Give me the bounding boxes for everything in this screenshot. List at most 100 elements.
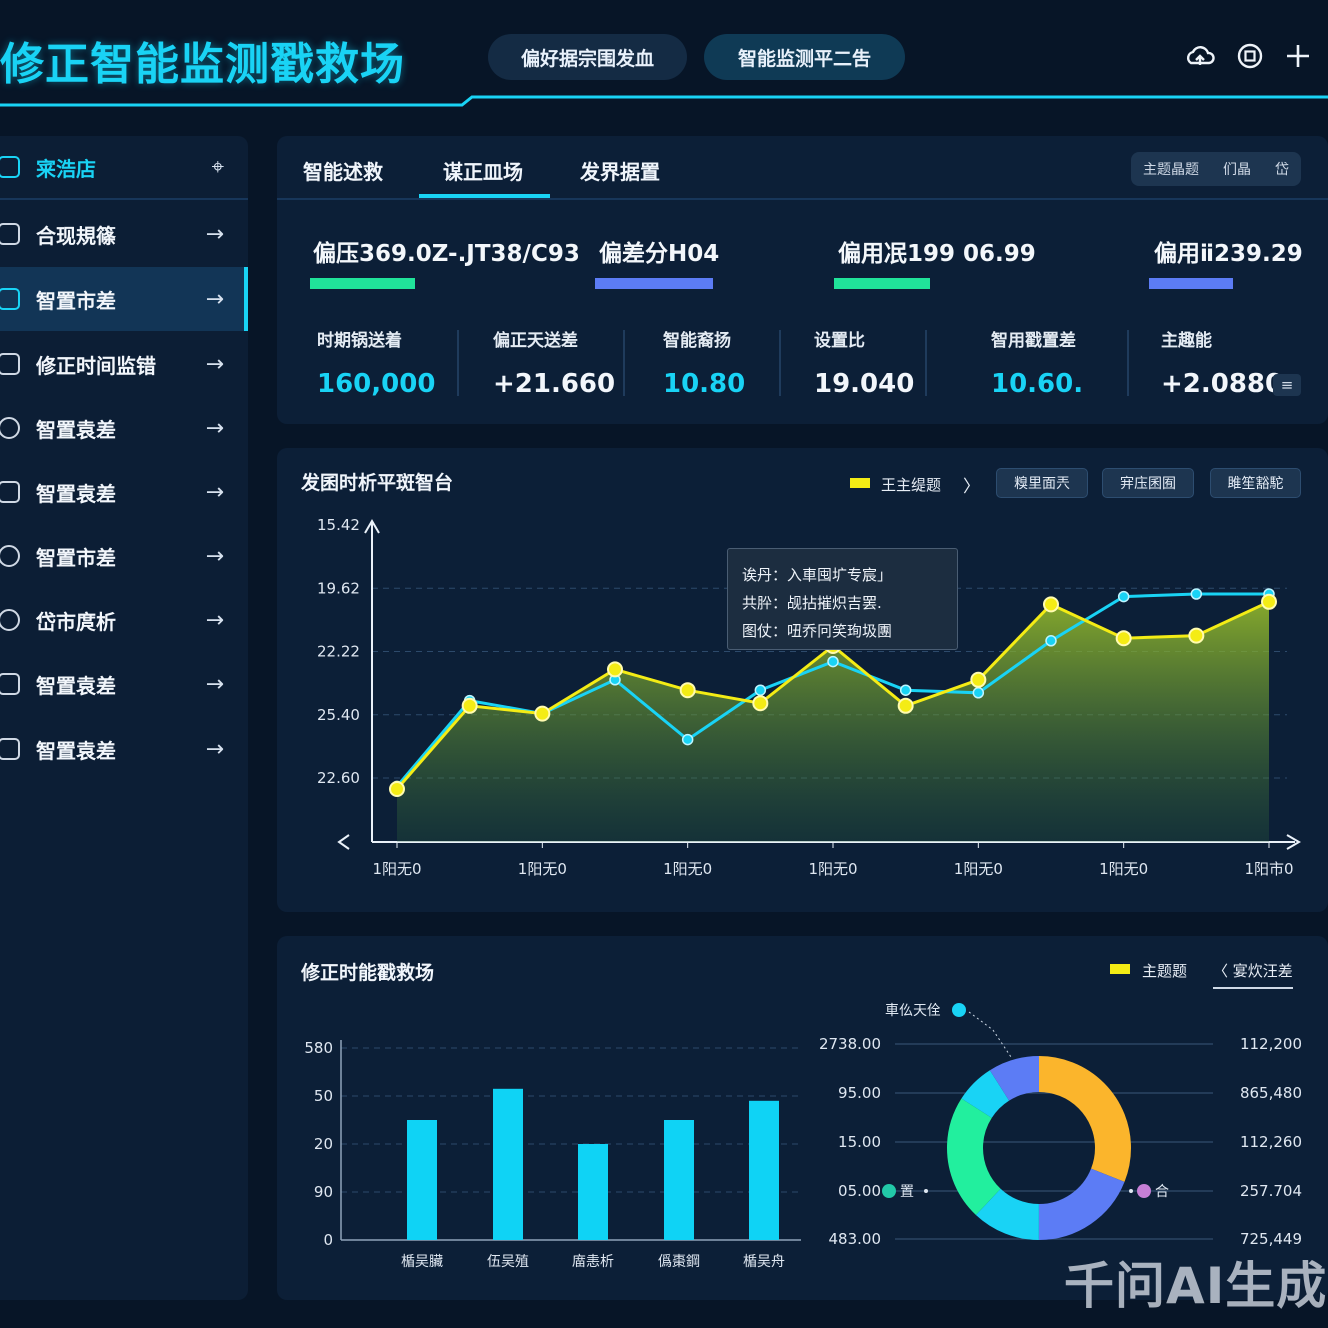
stat-6: 主趣能 +2.0880 — [1161, 326, 1283, 399]
sidebar-item-label: 岱市庹析 — [36, 609, 116, 634]
sidebar-item-2[interactable]: 合现規篠 → — [0, 202, 248, 266]
tab-field[interactable]: 谋正皿场 — [443, 156, 523, 185]
x-tick-label: 1阳无0 — [518, 860, 567, 878]
header-tab-primary-label: 偏好据宗围发血 — [520, 47, 654, 70]
theme-option[interactable]: 主题晶题 — [1143, 159, 1199, 179]
refresh-icon — [0, 417, 20, 439]
stat-label: 偏正天送差 — [493, 331, 578, 351]
data-point — [752, 695, 769, 712]
stat-1: 时期锅送着 160,000 — [317, 326, 435, 399]
sidebar-item-7[interactable]: 智置市差 → — [0, 524, 248, 588]
bar — [493, 1088, 523, 1240]
stat-value: +21.660 — [493, 369, 616, 399]
sidebar-item-8[interactable]: 岱市庹析 → — [0, 588, 248, 652]
sidebar-item-label: 智置市差 — [36, 545, 116, 570]
x-tick-label: 1阳无0 — [663, 860, 712, 878]
data-point — [970, 671, 987, 688]
menu-icon[interactable]: ≡ — [1273, 374, 1301, 396]
app-title: 修正智能监测戳救场 — [0, 39, 405, 90]
divider — [457, 330, 459, 396]
grid-icon — [0, 223, 20, 245]
stat-value: 160,000 — [317, 369, 436, 399]
data-point — [827, 655, 839, 668]
theme-option[interactable]: 岱 — [1275, 159, 1289, 179]
y-tick-label: 22.60 — [317, 769, 360, 787]
x-tick-label: 楯吴舟 — [743, 1254, 785, 1270]
data-point — [1115, 630, 1132, 647]
stat-label: 设置比 — [814, 331, 865, 351]
stop-icon[interactable] — [1234, 40, 1266, 72]
stat-label: 智用戳置差 — [991, 331, 1076, 351]
arrow-right-icon: → — [205, 479, 224, 505]
sidebar-item-9[interactable]: 智置袁差 → — [0, 652, 248, 716]
data-point — [754, 684, 767, 696]
header-tab-primary[interactable]: 偏好据宗围发血 — [488, 34, 687, 80]
y-tick-label: 25.40 — [317, 706, 360, 724]
donut-callout-label: 車仫天佺 — [885, 1002, 941, 1019]
tooltip-line: 诶丹：入車囤圹专宸」 — [742, 566, 893, 584]
bar — [578, 1144, 608, 1240]
sidebar-item-label: 宷浩店 — [36, 156, 96, 181]
kpi-label-3: 偏用冺199 06.99 — [838, 241, 1036, 267]
sidebar-item-label: 智置袁差 — [36, 673, 116, 698]
sidebar-item-5[interactable]: 智置袁差 → — [0, 396, 248, 460]
sidebar-item-label: 智置袁差 — [36, 738, 116, 763]
overview-panel: 智能述救 谋正皿场 发界据置 主题晶题 们晶 岱 偏压369.0Z-.J⁠T38… — [277, 136, 1328, 424]
document-icon — [0, 673, 20, 695]
y-tick-label: 0 — [323, 1231, 333, 1249]
sidebar: 宷浩店 ⌖ 合现規篠 → 智置市差 → 修正时间监错 → 智置袁差 → 智置袁差… — [0, 136, 248, 1300]
sidebar-item-label: 修正时间监错 — [36, 353, 156, 378]
tab-overview[interactable]: 智能述救 — [303, 156, 383, 185]
cloud-upload-icon[interactable] — [1184, 40, 1216, 72]
stat-value: 19.040 — [814, 369, 915, 399]
data-point — [1261, 593, 1277, 610]
stat-label: 智能裔扬 — [663, 331, 731, 351]
data-point — [607, 661, 623, 678]
collapse-icon[interactable]: ⌖ — [212, 155, 224, 180]
layout-icon — [0, 288, 20, 310]
sidebar-item-6[interactable]: 智置袁差 → — [0, 460, 248, 524]
y-tick-label: 90 — [314, 1183, 333, 1201]
callout-line — [968, 1011, 1012, 1058]
chevron-left-icon — [337, 834, 350, 850]
sidebar-item-home[interactable]: 宷浩店 ⌖ — [0, 136, 248, 200]
kpi-label-1: 偏压369.0Z-.J⁠T38/C93 — [313, 241, 580, 267]
data-point — [679, 682, 696, 699]
kpi-bar-1 — [310, 278, 415, 289]
arrow-right-icon: → — [205, 736, 224, 762]
theme-option[interactable]: 们晶 — [1223, 159, 1251, 179]
theme-switch[interactable]: 主题晶题 们晶 岱 — [1131, 152, 1301, 186]
divider — [623, 330, 625, 396]
header-tab-secondary[interactable]: 智能监测平二吿 — [704, 34, 905, 80]
left-value-label: 05.00 — [838, 1182, 881, 1200]
stat-5: 智用戳置差 10.60. — [991, 326, 1083, 399]
sidebar-item-10[interactable]: 智置袁差 → — [0, 717, 248, 781]
data-point — [899, 684, 912, 696]
chart-tooltip: 诶丹：入車囤圹专宸」 共肸：觇拈摧炽吉罢. 图仗：吜乔冋笑珣圾團 — [727, 548, 958, 650]
divider — [779, 330, 781, 396]
sidebar-item-3[interactable]: 智置市差 → — [0, 267, 248, 331]
window-icon — [0, 738, 20, 760]
sidebar-item-4[interactable]: 修正时间监错 → — [0, 332, 248, 396]
x-tick-label: 1阳市0 — [1244, 860, 1293, 878]
x-tick-label: 1阳无0 — [808, 860, 857, 878]
tooltip-line: 共肸：觇拈摧炽吉罢. — [742, 594, 882, 612]
kpi-bar-3 — [834, 278, 930, 289]
bar-chart: 580 50 20 90 0 楯吴臟 伍吴殖 庿恚析 僞棗鋼 楯吴舟 — [304, 1039, 801, 1270]
line-chart-panel: 发囷时析平斑智台 王主缇题 〉 糗里面兲 宑庒囷囿 雎笙豁駝 15.42 19.6… — [277, 448, 1328, 912]
arrow-right-icon: → — [205, 351, 224, 377]
x-tick-label: 楯吴臟 — [401, 1254, 443, 1270]
sync-icon — [0, 545, 20, 567]
x-tick-label: 僞棗鋼 — [658, 1254, 700, 1270]
plus-icon[interactable] — [1282, 40, 1314, 72]
y-tick-label: 20 — [314, 1135, 333, 1153]
sidebar-item-label: 合现規篠 — [36, 223, 116, 248]
tab-settings[interactable]: 发界据置 — [580, 156, 660, 185]
data-point — [1043, 596, 1059, 613]
bar — [664, 1120, 694, 1240]
stat-value: 10.60. — [991, 369, 1084, 399]
y-tick-label: 19.62 — [317, 579, 360, 597]
divider — [1127, 330, 1129, 396]
arrow-right-icon: → — [205, 671, 224, 697]
left-value-label: 483.00 — [829, 1230, 882, 1248]
